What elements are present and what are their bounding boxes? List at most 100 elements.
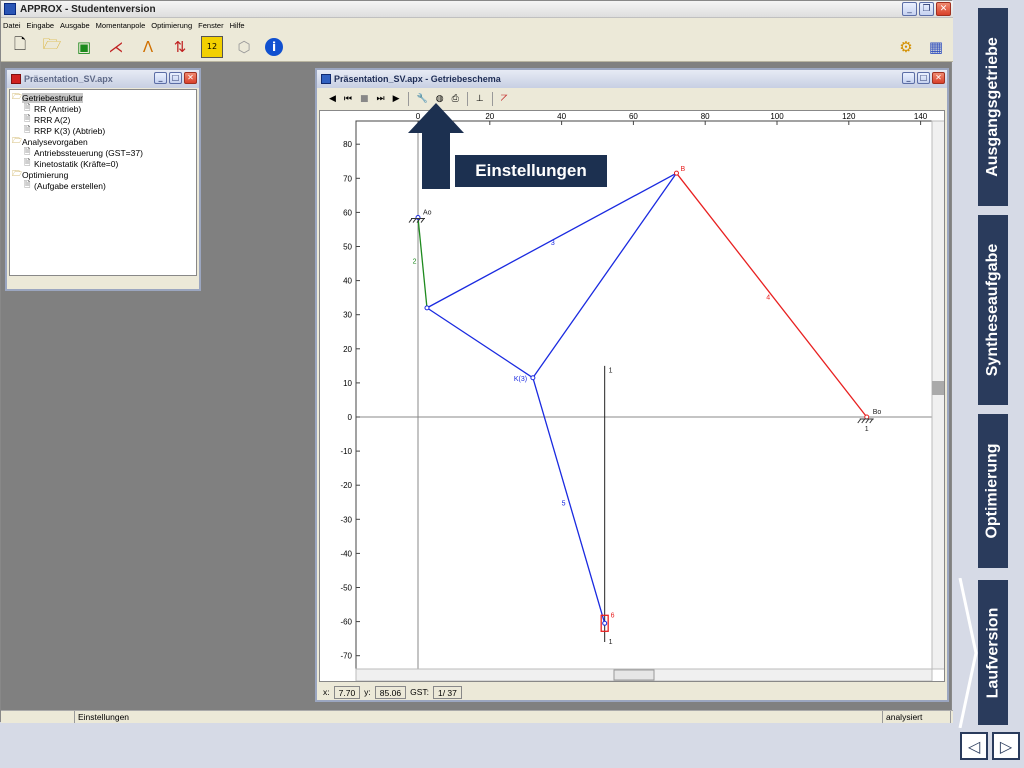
label-a0: Ao (423, 210, 432, 217)
new-file-icon[interactable]: 🗋 (9, 35, 31, 58)
first-position-icon[interactable]: ⏮ (344, 94, 352, 104)
stop-icon[interactable]: ■ (360, 94, 369, 104)
curve-icon[interactable]: ⦢ (501, 94, 508, 104)
tree-node[interactable]: 🗎 RRR A(2) (12, 114, 196, 125)
close-button[interactable]: ✕ (936, 2, 951, 16)
tree-window-icon (11, 74, 21, 84)
tree-node[interactable]: 🗁 Getriebestruktur (12, 92, 196, 103)
y-tick-label: 50 (343, 243, 352, 252)
tree-node[interactable]: 🗁 Optimierung (12, 169, 196, 180)
next-page-icon[interactable]: ▷ (992, 732, 1020, 760)
gst-label: GST: (410, 687, 429, 697)
main-toolbar: 🗋 🗁 ▣ ⋌ Ʌ ⇅ 12 ⬡ i ⚙ ▦ (1, 32, 953, 62)
mechanism-canvas[interactable]: 0 20 40 60 80 100 120 140 80 70 60 50 40 30 20 10 0 -10 -2… (319, 110, 945, 682)
tree-node[interactable]: 🗎 RR (Antrieb) (12, 103, 196, 114)
schema-close-button[interactable]: ✕ (932, 72, 945, 84)
last-position-icon[interactable]: ⏭ (377, 94, 385, 104)
menu-ausgabe[interactable]: Ausgabe (60, 21, 90, 30)
horizontal-scroll-thumb (613, 669, 655, 681)
optimizer-icon[interactable]: ⚙ (895, 36, 917, 58)
menu-momentanpole[interactable]: Momentanpole (96, 21, 146, 30)
tree-node[interactable]: 🗁 Analysevorgaben (12, 136, 196, 147)
y-tick-label: -30 (340, 515, 352, 524)
y-tick-label: 80 (343, 140, 352, 149)
menu-eingabe[interactable]: Eingabe (27, 21, 55, 30)
nav-syntheseaufgabe[interactable]: Syntheseaufgabe (978, 215, 1008, 405)
label-link-2: 2 (413, 259, 417, 266)
x-tick-label: 140 (914, 112, 928, 121)
project-tree: 🗁 Getriebestruktur 🗎 RR (Antrieb) 🗎 RRR A(2… (9, 89, 197, 276)
tree-minimize-button[interactable]: _ (154, 72, 167, 84)
y-tick-label: -50 (340, 584, 352, 593)
info-icon[interactable]: i (265, 37, 283, 56)
menu-optimierung[interactable]: Optimierung (151, 21, 192, 30)
nav-arrows: ◁ ▷ (960, 732, 1020, 760)
nav-optimierung[interactable]: Optimierung (978, 414, 1008, 568)
restore-button[interactable]: ❐ (919, 2, 934, 16)
tree-maximize-button[interactable]: □ (169, 72, 182, 84)
tree-node[interactable]: 🗎 RRP K(3) (Abtrieb) (12, 125, 196, 136)
joint-b (673, 170, 679, 176)
approx-window: APPROX - Studentenversion _ ❐ ✕ Datei Ei… (0, 0, 953, 723)
x-label: x: (323, 687, 330, 697)
menu-datei[interactable]: Datei (3, 21, 21, 30)
status-bar: Einstellungen analysiert (1, 710, 953, 723)
folder-open-icon: 🗁 (12, 135, 22, 145)
tree-close-button[interactable]: ✕ (184, 72, 197, 84)
label-link-3: 3 (551, 240, 555, 247)
project-tree-window: Präsentation_SV.apx _ □ ✕ 🗁 Getriebestruk… (5, 68, 201, 291)
toolbar-separator (466, 92, 468, 106)
guide-top-label: 1 (609, 368, 613, 375)
y-tick-label: 10 (343, 379, 352, 388)
y-tick-label: -40 (340, 549, 352, 558)
callout-label: Einstellungen (455, 155, 607, 187)
label-k: K(3) (514, 376, 527, 383)
tree-node[interactable]: 🗎 (Aufgabe erstellen) (12, 180, 196, 191)
schema-window-title: Präsentation_SV.apx - Getriebeschema (334, 74, 501, 84)
save-icon[interactable]: ▣ (73, 36, 95, 58)
joint-b0 (864, 414, 870, 420)
step-back-icon[interactable]: ◀ (329, 94, 336, 104)
joint-c (602, 620, 608, 626)
menu-fenster[interactable]: Fenster (198, 21, 223, 30)
status-state: analysiert (883, 711, 951, 723)
schema-minimize-button[interactable]: _ (902, 72, 915, 84)
settings-gear-icon[interactable]: ⬡ (233, 36, 255, 58)
folder-open-icon: 🗁 (12, 91, 22, 101)
draw-link-icon[interactable]: Ʌ (137, 36, 159, 58)
x-tick-label: 80 (701, 112, 710, 121)
open-folder-icon[interactable]: 🗁 (41, 35, 63, 58)
y-value: 85.06 (374, 685, 407, 699)
y-tick-label: -60 (340, 618, 352, 627)
previous-page-icon[interactable]: ◁ (960, 732, 988, 760)
schema-maximize-button[interactable]: □ (917, 72, 930, 84)
mechanism-icon[interactable]: ⋌ (105, 36, 127, 58)
y-tick-label: -10 (340, 447, 352, 456)
window-title: APPROX - Studentenversion (20, 3, 156, 15)
status-cell (1, 711, 75, 723)
force-icon[interactable]: ⇅ (169, 36, 191, 58)
menu-hilfe[interactable]: Hilfe (230, 21, 245, 30)
plot-frame (355, 120, 933, 670)
tree-node[interactable]: 🗎 Antriebssteuerung (GST=37) (12, 147, 196, 158)
active-nav-chevron-icon (958, 578, 978, 728)
x-tick-label: 20 (485, 112, 494, 121)
label-b: B (680, 166, 685, 173)
numbers-icon[interactable]: 12 (201, 35, 223, 58)
nav-ausgangsgetriebe[interactable]: Ausgangsgetriebe (978, 8, 1008, 206)
axes-icon[interactable]: ⊥ (476, 94, 484, 104)
y-tick-label: 60 (343, 208, 352, 217)
step-forward-icon[interactable]: ▶ (393, 94, 400, 104)
nav-laufversion[interactable]: Laufversion (978, 580, 1008, 725)
y-tick-label: 40 (343, 277, 352, 286)
y-tick-label: 0 (348, 413, 353, 422)
minimize-button[interactable]: _ (902, 2, 917, 16)
joint-k (530, 375, 536, 381)
label-b0: Bo (873, 409, 882, 416)
report-icon[interactable]: ▦ (925, 36, 947, 58)
x-tick-label: 40 (557, 112, 566, 121)
y-tick-label: 20 (343, 345, 352, 354)
label-slider: 6 (611, 612, 615, 619)
toolbar-separator (491, 92, 493, 106)
tree-node[interactable]: 🗎 Kinetostatik (Kräfte=0) (12, 158, 196, 169)
